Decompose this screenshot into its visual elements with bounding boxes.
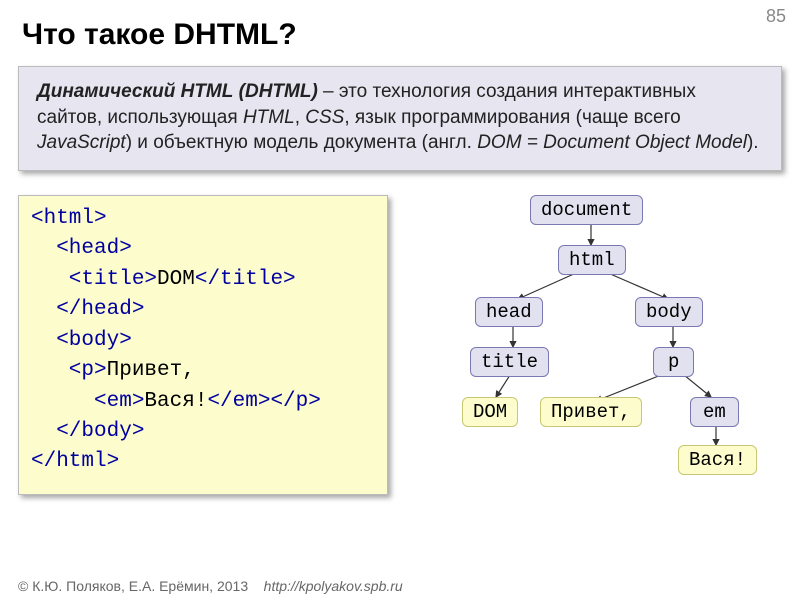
node-body: body — [635, 297, 703, 327]
node-title: title — [470, 347, 549, 377]
node-privet-leaf: Привет, — [540, 397, 642, 427]
tech-dom: DOM = Document Object Model — [477, 132, 747, 153]
node-html: html — [558, 245, 626, 275]
tech-html: HTML — [243, 107, 295, 128]
node-dom-leaf: DOM — [462, 397, 518, 427]
footer-url: http://kpolyakov.spb.ru — [264, 578, 403, 594]
node-document: document — [530, 195, 643, 225]
term: Динамический HTML — [37, 81, 233, 102]
term-abbr: DHTML — [245, 81, 311, 102]
node-p: p — [653, 347, 694, 377]
footer-copyright: © К.Ю. Поляков, Е.А. Ерёмин, 2013 — [18, 578, 248, 594]
slide-title: Что такое DHTML? — [0, 0, 800, 62]
tech-js: JavaScript — [37, 132, 126, 153]
node-em: em — [690, 397, 739, 427]
node-head: head — [475, 297, 543, 327]
tech-css: CSS — [305, 107, 344, 128]
node-vasya-leaf: Вася! — [678, 445, 757, 475]
definition-box: Динамический HTML (DHTML) – это технолог… — [18, 66, 782, 171]
page-number: 85 — [766, 6, 786, 27]
def-text2: , язык программирования (чаще всего — [344, 107, 680, 128]
code-example: <html> <head> <title>DOM</title> </head>… — [18, 195, 388, 495]
def-sep: , — [295, 107, 306, 128]
footer: © К.Ю. Поляков, Е.А. Ерёмин, 2013 http:/… — [18, 578, 403, 594]
def-text4: ). — [747, 132, 759, 153]
dom-tree: document html head body title p DOM Прив… — [410, 195, 782, 495]
def-text3: ) и объектную модель документа (англ. — [126, 132, 477, 153]
